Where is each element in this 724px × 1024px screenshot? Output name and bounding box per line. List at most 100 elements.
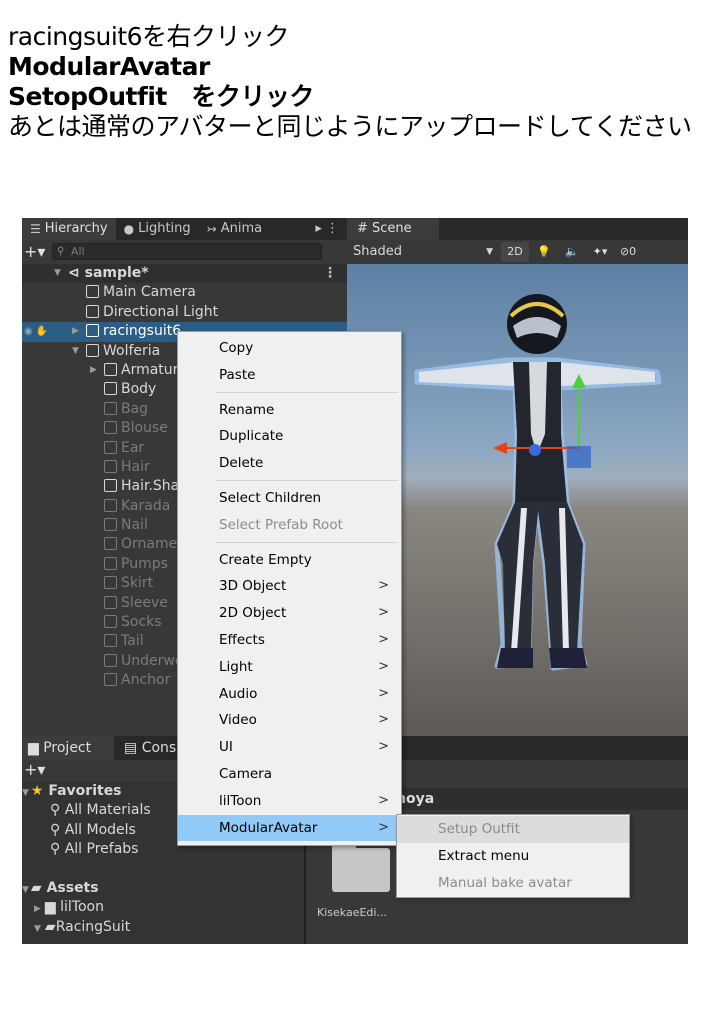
gameobject-icon xyxy=(104,362,117,376)
gameobject-icon xyxy=(104,498,117,512)
menu-item-duplicate[interactable]: Duplicate xyxy=(178,423,401,450)
search-icon: ⚲ xyxy=(50,821,65,838)
gameobject-icon xyxy=(104,382,117,396)
instruction-line-1: racingsuit6を右クリック xyxy=(8,22,290,51)
menu-item-light[interactable]: Light > xyxy=(178,654,401,681)
light-bulb-icon[interactable]: 💡 xyxy=(531,242,557,262)
add-object-button[interactable]: +▾ xyxy=(24,242,52,261)
open-folder-icon: ▰ xyxy=(44,918,56,935)
gameobject-icon xyxy=(104,576,117,590)
gameobject-icon xyxy=(86,304,99,318)
gameobject-icon xyxy=(104,440,117,454)
tab-hierarchy[interactable]: ☰ Hierarchy xyxy=(22,218,116,240)
menu-item-manual-bake-avatar: Manual bake avatar xyxy=(438,874,572,891)
gameobject-icon xyxy=(104,401,117,415)
tab-animation[interactable]: ↣ Anima xyxy=(199,218,270,240)
tab-overflow-button[interactable]: ▸ ⋮ xyxy=(307,218,347,240)
asset-folder-row[interactable]: ▼ ▰RacingSuit xyxy=(22,918,304,937)
gameobject-icon xyxy=(104,459,117,473)
menu-item-modularavatar[interactable]: ModularAvatar > xyxy=(178,814,401,842)
search-icon: ⚲ xyxy=(50,802,65,819)
asset-folder-row[interactable]: ▶ ▆ lilToon xyxy=(22,898,304,917)
hierarchy-tabbar: ☰ Hierarchy ● Lighting ↣ Anima ▸ ⋮ xyxy=(22,218,347,240)
menu-item-select-prefab-root: Select Prefab Root xyxy=(219,516,343,533)
shading-mode-value: Shaded xyxy=(353,244,402,259)
gameobject-icon xyxy=(104,595,117,609)
toggle-2d-button[interactable]: 2D xyxy=(501,242,529,262)
console-icon: ▤ xyxy=(124,740,142,756)
menu-item-audio[interactable]: Audio > xyxy=(178,681,401,708)
menu-item-liltoon[interactable]: lilToon > xyxy=(178,788,401,815)
search-icon: ⚲ xyxy=(50,841,65,858)
menu-separator xyxy=(216,542,398,544)
list-icon: ☰ xyxy=(30,222,41,236)
menu-item-create-empty[interactable]: Create Empty xyxy=(178,547,401,574)
expand-arrow-icon[interactable]: ▶ xyxy=(72,322,79,341)
prefab-icon xyxy=(86,343,99,357)
menu-item-setup-outfit[interactable]: Setup Outfit xyxy=(397,816,629,843)
submenu-arrow-icon: > xyxy=(378,631,389,647)
gameobject-icon xyxy=(104,421,117,435)
menu-item-paste[interactable]: Paste xyxy=(178,362,401,389)
light-bulb-icon: ● xyxy=(123,222,135,236)
submenu-arrow-icon: > xyxy=(378,605,389,621)
menu-item-select-children[interactable]: Select Children xyxy=(178,485,401,512)
expand-arrow-icon[interactable]: ▼ xyxy=(54,264,61,283)
submenu-arrow-icon: > xyxy=(378,712,389,728)
menu-item-extract-menu[interactable]: Extract menu xyxy=(397,843,629,870)
tab-label: Anima xyxy=(220,221,263,236)
open-folder-icon: ▰ xyxy=(30,879,47,896)
gameobject-icon xyxy=(104,518,117,532)
menu-item-3d-object[interactable]: 3D Object > xyxy=(178,573,401,600)
hidden-count: 0 xyxy=(629,245,637,258)
scene-label: ⊲ sample* xyxy=(68,265,149,281)
gameobject-icon xyxy=(104,634,117,648)
expand-arrow-icon[interactable]: ▶ xyxy=(90,361,97,380)
scene-toolbar: Shaded ▼ 2D 💡 🔈 ✦▾ ⊘0 xyxy=(347,240,688,264)
expand-arrow-icon[interactable]: ▼ xyxy=(72,342,79,361)
menu-item-effects[interactable]: Effects > xyxy=(178,627,401,654)
search-icon: ⚲ xyxy=(57,245,65,257)
expand-arrow-icon[interactable]: ▼ xyxy=(22,885,29,895)
hidden-icon[interactable]: ⊘0 xyxy=(615,242,641,262)
menu-item-rename[interactable]: Rename xyxy=(178,397,401,424)
tab-label: Lighting xyxy=(138,221,191,236)
expand-arrow-icon[interactable]: ▶ xyxy=(34,904,41,914)
visibility-icon[interactable]: ◉ ✋ xyxy=(24,322,48,341)
gameobject-icon xyxy=(104,673,117,687)
submenu-arrow-icon: > xyxy=(378,685,389,701)
menu-item-copy[interactable]: Copy xyxy=(178,335,401,362)
menu-item-2d-object[interactable]: 2D Object > xyxy=(178,600,401,627)
effects-icon[interactable]: ✦▾ xyxy=(587,242,613,262)
submenu-arrow-icon: > xyxy=(378,819,389,835)
submenu-arrow-icon: > xyxy=(378,578,389,594)
scene-menu-icon[interactable]: ⋮ xyxy=(323,264,337,283)
expand-arrow-icon[interactable]: ▼ xyxy=(34,924,41,934)
menu-item-ui[interactable]: UI > xyxy=(178,734,401,761)
tab-lighting[interactable]: ● Lighting xyxy=(116,218,199,240)
gameobject-icon xyxy=(104,479,117,493)
menu-item-video[interactable]: Video > xyxy=(178,707,401,734)
hierarchy-search-input[interactable]: ⚲ All xyxy=(52,242,322,260)
tab-scene[interactable]: # Scene xyxy=(347,218,439,240)
animation-icon: ↣ xyxy=(206,222,217,236)
expand-arrow-icon[interactable]: ▼ xyxy=(22,788,29,798)
menu-item-delete[interactable]: Delete xyxy=(178,450,401,477)
menu-item-camera[interactable]: Camera xyxy=(178,761,401,788)
submenu-arrow-icon: > xyxy=(378,792,389,808)
tree-row-main-camera[interactable]: Main Camera xyxy=(22,283,347,302)
menu-separator xyxy=(216,480,398,482)
tree-row-directional-light[interactable]: Directional Light xyxy=(22,303,347,322)
folder-label[interactable]: KisekaeEdi... xyxy=(302,906,402,919)
scene-row[interactable]: ▼ ⊲ sample* ⋮ xyxy=(22,264,347,284)
folder-icon[interactable] xyxy=(332,848,390,892)
audio-icon[interactable]: 🔈 xyxy=(559,242,585,262)
assets-row[interactable]: ▼ ▰ Assets xyxy=(22,879,304,898)
folder-icon: ▆ xyxy=(44,899,61,916)
shading-mode-dropdown[interactable]: Shaded ▼ xyxy=(347,242,497,262)
instruction-line-3: SetopOutfit をクリック xyxy=(8,82,314,111)
star-icon: ★ xyxy=(30,783,49,799)
tab-label: Hierarchy xyxy=(44,221,108,236)
tab-project[interactable]: ▆ Project xyxy=(22,736,114,760)
